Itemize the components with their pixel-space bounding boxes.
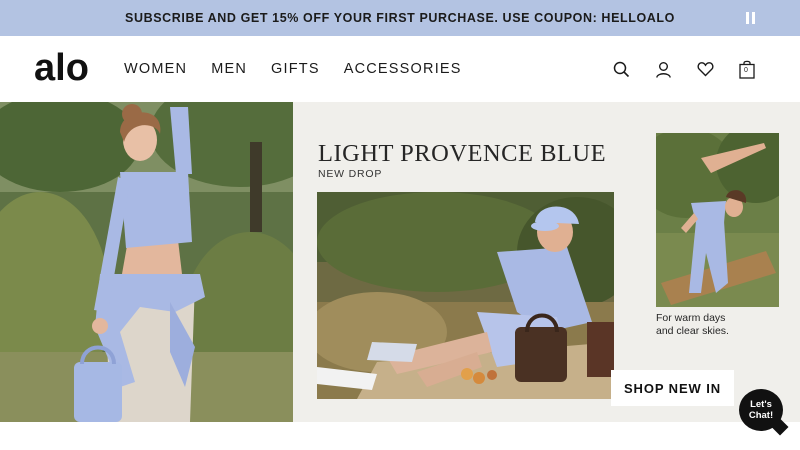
hero-title: LIGHT PROVENCE BLUE bbox=[318, 140, 607, 167]
nav-men[interactable]: MEN bbox=[211, 61, 247, 77]
chat-label-line1: Let's bbox=[750, 399, 772, 410]
hero-photo-picnic[interactable] bbox=[317, 192, 614, 399]
pause-icon[interactable] bbox=[746, 12, 758, 24]
site-header: alo WOMEN MEN GIFTS ACCESSORIES 0 bbox=[0, 36, 800, 102]
chat-button[interactable]: Let's Chat! bbox=[739, 389, 789, 436]
chat-label-line2: Chat! bbox=[748, 410, 774, 421]
nav-gifts[interactable]: GIFTS bbox=[271, 61, 320, 77]
announcement-bar: SUBSCRIBE AND GET 15% OFF YOUR FIRST PUR… bbox=[0, 0, 800, 36]
header-actions: 0 bbox=[612, 36, 756, 102]
chat-label: Let's Chat! bbox=[744, 399, 778, 421]
hero-caption-line1: For warm days bbox=[656, 312, 726, 324]
account-icon[interactable] bbox=[654, 60, 672, 78]
hero-photo-left[interactable] bbox=[0, 102, 293, 422]
main-nav: WOMEN MEN GIFTS ACCESSORIES bbox=[124, 36, 462, 102]
nav-accessories[interactable]: ACCESSORIES bbox=[344, 61, 462, 77]
shop-new-in-button[interactable]: SHOP NEW IN bbox=[611, 370, 734, 406]
cart-bag-icon[interactable]: 0 bbox=[738, 60, 756, 79]
hero-subtitle: NEW DROP bbox=[318, 168, 383, 180]
hero-caption-line2: and clear skies. bbox=[656, 324, 729, 337]
cart-count: 0 bbox=[744, 67, 748, 74]
announcement-text[interactable]: SUBSCRIBE AND GET 15% OFF YOUR FIRST PUR… bbox=[125, 11, 675, 25]
hero-caption: For warm days and clear skies. bbox=[656, 312, 766, 337]
wishlist-heart-icon[interactable] bbox=[696, 60, 714, 78]
hero-banner: LIGHT PROVENCE BLUE NEW DROP For warm da… bbox=[0, 102, 800, 422]
nav-women[interactable]: WOMEN bbox=[124, 61, 187, 77]
alo-logo[interactable]: alo bbox=[34, 48, 94, 88]
search-icon[interactable] bbox=[612, 60, 630, 78]
svg-text:alo: alo bbox=[34, 48, 89, 88]
hero-photo-yoga[interactable] bbox=[656, 133, 779, 307]
